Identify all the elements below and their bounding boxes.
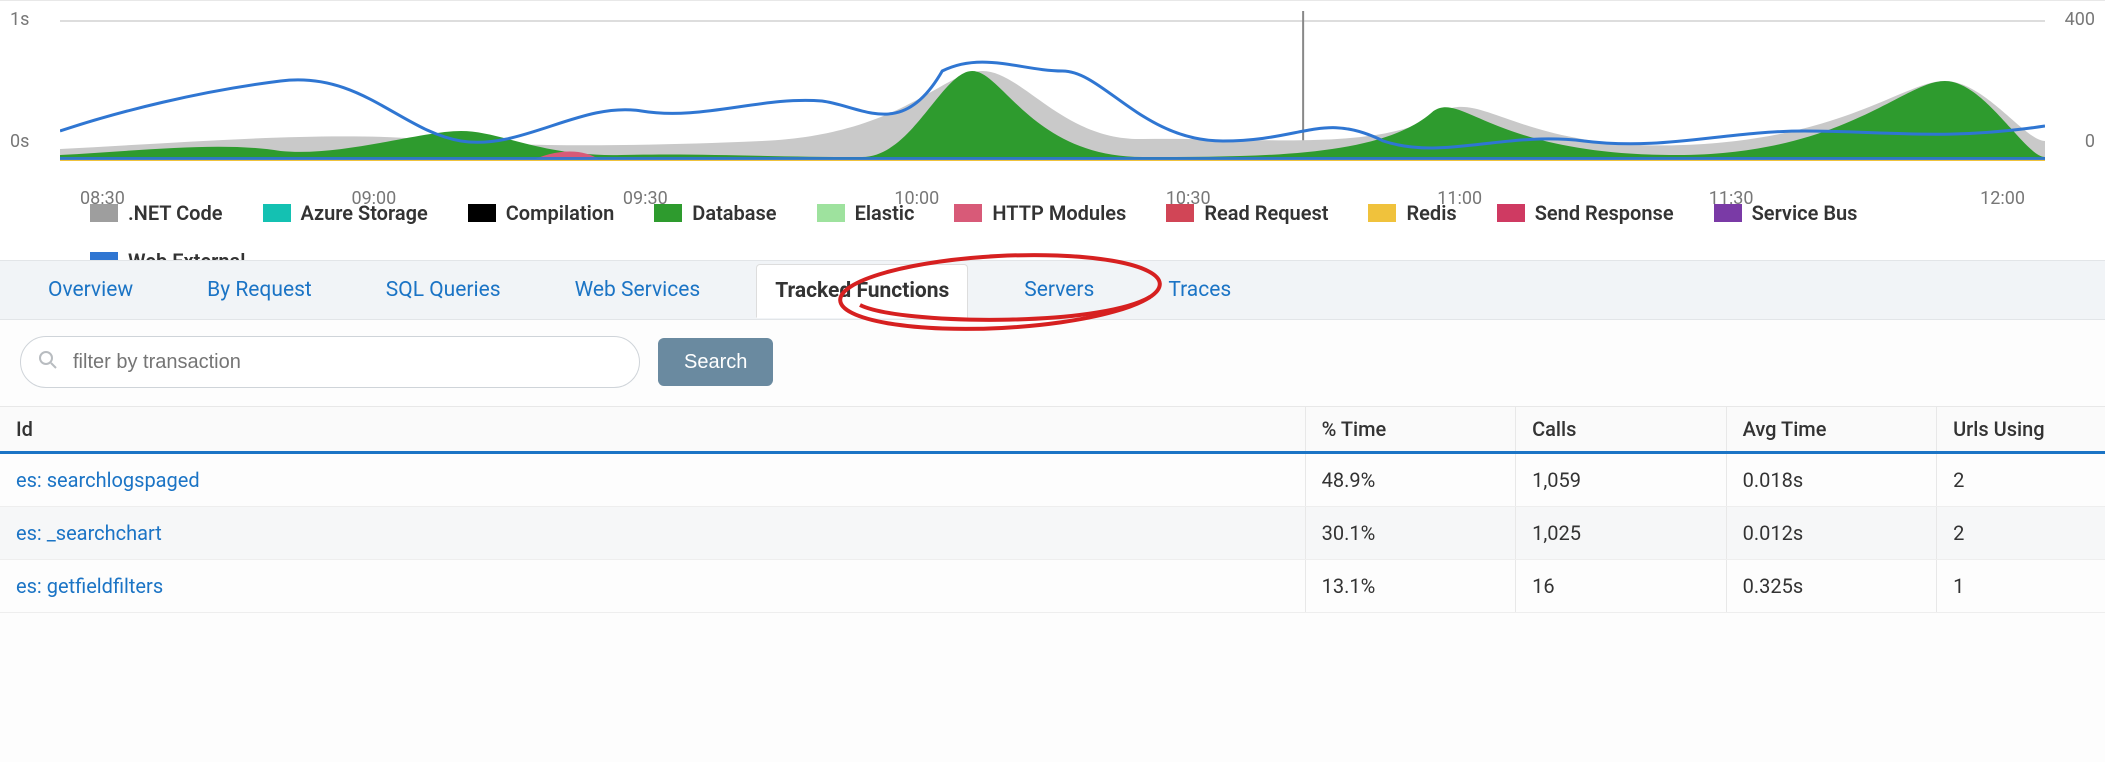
cell-urls-using: 1 (1937, 560, 2105, 613)
chart-svg (60, 11, 2045, 181)
y-axis-right-bottom: 0 (2085, 131, 2095, 152)
x-tick: 11:00 (1437, 188, 1482, 209)
function-link[interactable]: es: _searchchart (16, 521, 162, 545)
chart-canvas[interactable]: 08:30 09:00 09:30 10:00 10:30 11:00 11:3… (60, 11, 2045, 181)
cell-pct-time: 30.1% (1305, 507, 1516, 560)
tab-traces[interactable]: Traces (1150, 264, 1249, 316)
col-calls[interactable]: Calls (1516, 407, 1727, 453)
x-tick: 10:30 (1166, 188, 1211, 209)
table-row: es: getfieldfilters 13.1%160.325s1 (0, 560, 2105, 613)
tracked-functions-table: Id % Time Calls Avg Time Urls Using es: … (0, 406, 2105, 613)
tab-servers[interactable]: Servers (1006, 264, 1112, 316)
filter-by-transaction-input[interactable] (20, 336, 640, 388)
function-link[interactable]: es: getfieldfilters (16, 574, 163, 598)
table-row: es: _searchchart 30.1%1,0250.012s2 (0, 507, 2105, 560)
search-icon (38, 350, 58, 374)
x-tick: 10:00 (894, 188, 939, 209)
x-tick: 09:00 (351, 188, 396, 209)
cell-urls-using: 2 (1937, 507, 2105, 560)
col-pct-time[interactable]: % Time (1305, 407, 1516, 453)
cell-avg-time: 0.018s (1726, 453, 1937, 507)
cell-pct-time: 13.1% (1305, 560, 1516, 613)
col-avg-time[interactable]: Avg Time (1726, 407, 1937, 453)
x-axis-ticks: 08:30 09:00 09:30 10:00 10:30 11:00 11:3… (60, 188, 2045, 209)
y-axis-left-top: 1s (10, 9, 29, 30)
x-tick: 12:00 (1980, 188, 2025, 209)
filter-row: Search (0, 320, 2105, 406)
tabs-bar: Overview By Request SQL Queries Web Service… (0, 260, 2105, 320)
col-urls-using[interactable]: Urls Using (1937, 407, 2105, 453)
x-tick: 11:30 (1709, 188, 1754, 209)
cell-avg-time: 0.012s (1726, 507, 1937, 560)
tab-web-services[interactable]: Web Services (557, 264, 719, 316)
y-axis-right-top: 400 (2065, 9, 2095, 30)
function-link[interactable]: es: searchlogspaged (16, 468, 200, 492)
y-axis-left-bottom: 0s (10, 131, 29, 152)
filter-input-wrap (20, 336, 640, 388)
cell-calls: 16 (1516, 560, 1727, 613)
tab-tracked-functions[interactable]: Tracked Functions (756, 264, 968, 318)
x-tick: 08:30 (80, 188, 125, 209)
cell-pct-time: 48.9% (1305, 453, 1516, 507)
tab-overview[interactable]: Overview (30, 264, 151, 316)
search-button[interactable]: Search (658, 338, 773, 386)
timeseries-chart: 1s 0s 400 0 08:30 09:00 09:30 10:00 (0, 0, 2105, 260)
tab-sql-queries[interactable]: SQL Queries (368, 264, 519, 316)
x-tick: 09:30 (623, 188, 668, 209)
cell-calls: 1,025 (1516, 507, 1727, 560)
col-id[interactable]: Id (0, 407, 1305, 453)
table-row: es: searchlogspaged 48.9%1,0590.018s2 (0, 453, 2105, 507)
tab-by-request[interactable]: By Request (189, 264, 330, 316)
cell-avg-time: 0.325s (1726, 560, 1937, 613)
cell-urls-using: 2 (1937, 453, 2105, 507)
cell-calls: 1,059 (1516, 453, 1727, 507)
table-header-row: Id % Time Calls Avg Time Urls Using (0, 407, 2105, 453)
